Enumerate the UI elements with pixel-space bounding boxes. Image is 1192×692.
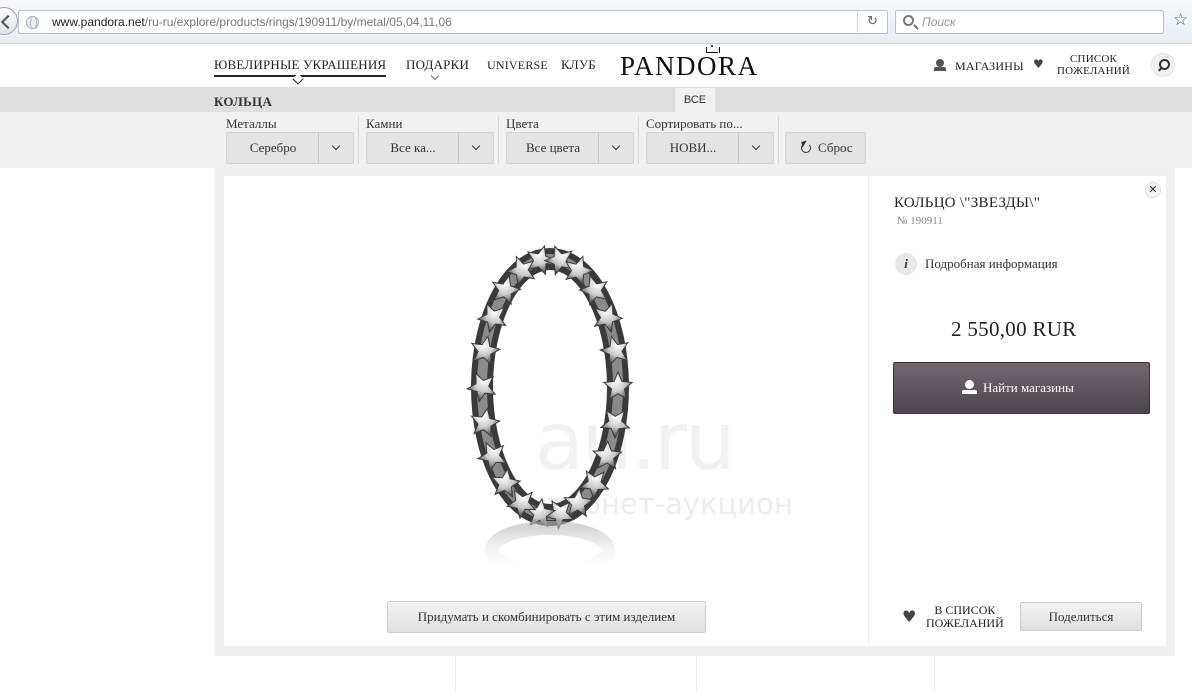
filter-divider: [498, 116, 499, 164]
chevron-down-icon: [611, 141, 621, 151]
dropdown-toggle[interactable]: [738, 133, 773, 163]
dropdown-toggle[interactable]: [458, 133, 493, 163]
heart-icon: ♥: [1033, 57, 1044, 71]
wishlist-label-line1: СПИСОК: [1070, 53, 1118, 65]
chevron-down-icon: [751, 141, 761, 151]
url-text[interactable]: www.pandora.net/ru-ru/explore/products/r…: [52, 15, 452, 29]
find-stores-label: Найти магазины: [983, 380, 1074, 395]
share-button[interactable]: Поделиться: [1020, 602, 1142, 631]
filter-label: Камни: [366, 116, 403, 131]
reload-icon[interactable]: ↻: [857, 11, 887, 33]
nav-wishlist[interactable]: СПИСОК ПОЖЕЛАНИЙ: [1057, 53, 1130, 77]
browser-search-box[interactable]: Поиск: [895, 10, 1164, 34]
crown-icon: [706, 45, 720, 53]
filter-label: Цвета: [506, 116, 539, 131]
add-to-wishlist-link[interactable]: В СПИСОК ПОЖЕЛАНИЙ: [926, 604, 1004, 630]
filter-divider: [638, 116, 639, 164]
chevron-down-icon: [331, 141, 341, 151]
dropdown-toggle[interactable]: [318, 133, 353, 163]
nav-universe[interactable]: UNIVERSE: [487, 58, 548, 73]
undo-icon: [801, 143, 811, 153]
nav-jewelry[interactable]: ЮВЕЛИРНЫЕ УКРАШЕНИЯ: [214, 57, 387, 77]
tab-all[interactable]: ВСЕ: [675, 88, 715, 112]
filter-value: Серебро: [249, 140, 297, 155]
store-locator-icon: [934, 59, 946, 71]
filter-value: Все ка...: [390, 140, 436, 155]
product-price: 2 550,00 RUR: [951, 317, 1077, 341]
filter-divider: [778, 116, 779, 164]
chevron-down-icon: [430, 71, 440, 81]
person-pin-icon: [962, 380, 977, 396]
filter-bar: Металлы Серебро Камни Все ка... Цвета Вс…: [0, 112, 1192, 168]
filter-value: Все цвета: [525, 140, 581, 155]
filter-colors-select[interactable]: Все цвета: [506, 132, 634, 164]
filter-metals-select[interactable]: Серебро: [226, 132, 354, 164]
product-sku: № 190911: [897, 215, 943, 227]
browser-search-input[interactable]: Поиск: [922, 15, 956, 29]
reset-filters-button[interactable]: Сброс: [785, 132, 866, 164]
product-title: КОЛЬЦО \"ЗВЕЗДЫ\": [894, 195, 1041, 211]
filter-stones-select[interactable]: Все ка...: [366, 132, 494, 164]
chevron-down-icon: [471, 141, 481, 151]
search-icon: [903, 15, 914, 26]
ring-product-image[interactable]: [440, 232, 660, 592]
close-icon[interactable]: ✕: [1145, 182, 1161, 198]
ring-stars: [465, 244, 634, 530]
bookmark-star-icon[interactable]: ☆: [1173, 10, 1188, 30]
nav-club[interactable]: КЛУБ: [561, 57, 596, 73]
filter-label: Металлы: [226, 116, 277, 131]
address-bar[interactable]: www.pandora.net/ru-ru/explore/products/r…: [18, 10, 888, 34]
filter-sort-select[interactable]: НОВИ...: [646, 132, 774, 164]
category-title: КОЛЬЦА: [214, 94, 273, 109]
dropdown-toggle[interactable]: [598, 133, 633, 163]
nav-stores[interactable]: МАГАЗИНЫ: [955, 59, 1024, 74]
find-stores-button[interactable]: Найти магазины: [893, 362, 1150, 414]
combine-with-item-button[interactable]: Придумать и скомбинировать с этим издели…: [387, 601, 706, 633]
filter-divider: [358, 116, 359, 164]
add-wishlist-line2: ПОЖЕЛАНИЙ: [926, 616, 1004, 630]
wishlist-label-line2: ПОЖЕЛАНИЙ: [1057, 65, 1131, 77]
heart-icon[interactable]: ♥: [902, 607, 916, 626]
site-search-button[interactable]: [1151, 53, 1175, 77]
add-wishlist-line1: В СПИСОК: [934, 603, 996, 617]
info-icon[interactable]: i: [895, 253, 917, 275]
category-bar: КОЛЬЦА ВСЕ: [0, 88, 1192, 112]
globe-icon: [26, 16, 39, 29]
reset-label: Сброс: [818, 140, 853, 155]
back-arrow-icon[interactable]: [0, 7, 18, 35]
pandora-logo[interactable]: PANDORA: [620, 51, 759, 82]
browser-toolbar: www.pandora.net/ru-ru/explore/products/r…: [0, 0, 1192, 44]
site-header: ЮВЕЛИРНЫЕ УКРАШЕНИЯ ПОДАРКИ UNIVERSE КЛУ…: [0, 44, 1192, 88]
page-below-divider: [455, 656, 935, 692]
filter-label: Сортировать по...: [646, 116, 743, 131]
product-details-link[interactable]: Подробная информация: [925, 256, 1058, 272]
nav-gifts[interactable]: ПОДАРКИ: [406, 57, 469, 73]
filter-value: НОВИ...: [669, 140, 717, 155]
